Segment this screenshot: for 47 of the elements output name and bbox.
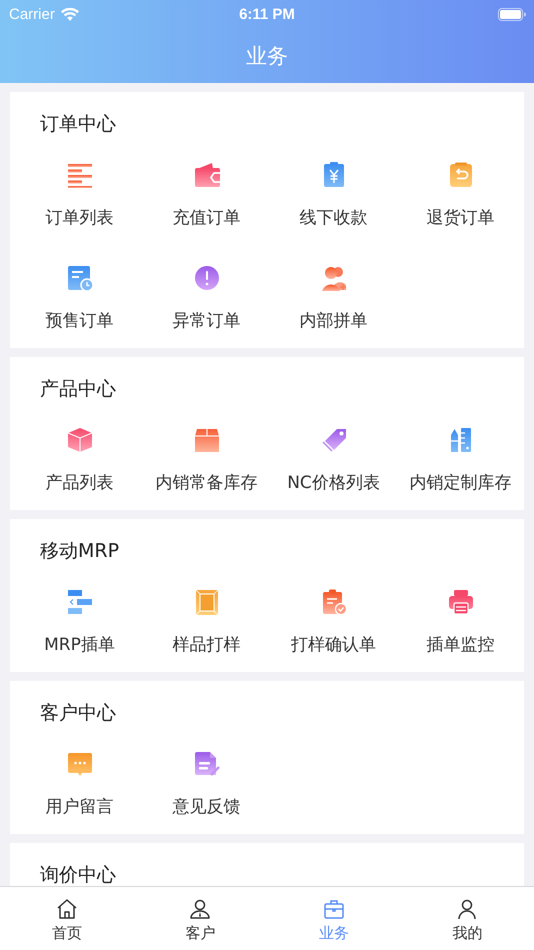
frame-icon[interactable] [194,589,220,615]
document-clock-icon[interactable] [66,265,92,291]
feature-link[interactable]: 样品打样 [172,633,240,657]
feature-link[interactable]: 打样确认单 [291,633,376,657]
section-title: 订单中心 [39,112,117,136]
add-users-icon[interactable] [320,265,346,291]
list-icon[interactable] [66,162,92,188]
tab-item[interactable]: 我的 [400,887,534,950]
feature-link[interactable]: 内销常备库存 [156,471,258,495]
feature-link[interactable]: 线下收款 [300,206,368,230]
feature-link[interactable]: 预售订单 [46,309,114,333]
exclamation-icon[interactable] [194,265,220,291]
chat-bubble-icon[interactable] [66,751,92,777]
price-tag-icon[interactable] [320,427,346,453]
feature-link[interactable]: 内部拼单 [300,309,368,333]
feature-link[interactable]: 插单监控 [426,633,494,657]
section-title: 客户中心 [39,701,117,725]
feature-link[interactable]: NC价格列表 [287,471,380,495]
feature-link[interactable]: 意见反馈 [172,795,240,819]
person-with-tie-icon [188,897,212,921]
status-time: 6:11 PM [239,6,295,22]
battery-icon [498,8,526,20]
feature-link[interactable]: 用户留言 [46,795,114,819]
edit-document-icon[interactable] [194,751,220,777]
feature-link[interactable]: 充值订单 [172,206,240,230]
carrier-name: Carrier [9,6,55,22]
return-clipboard-icon[interactable] [448,162,474,188]
section-title: 移动MRP [39,539,120,563]
section-title: 询价中心 [39,863,117,886]
tab-item[interactable]: 客户 [134,887,267,950]
gantt-icon[interactable] [66,589,92,615]
feature-link[interactable]: 退货订单 [426,206,494,230]
home-icon [54,897,79,921]
feature-link[interactable]: MRP插单 [44,633,115,657]
feature-link[interactable]: 异常订单 [172,309,240,333]
wifi-icon [60,8,79,20]
feature-link[interactable]: 订单列表 [46,206,114,230]
wallet-icon[interactable] [194,162,220,188]
page-title: 业务 [246,42,288,70]
tab-item[interactable]: 首页 [0,887,134,950]
feature-link[interactable]: 内销定制库存 [410,471,512,495]
cube-icon[interactable] [66,427,92,453]
box-icon[interactable] [194,427,220,453]
clipboard-check-icon[interactable] [320,589,346,615]
feature-link[interactable]: 产品列表 [46,471,114,495]
printer-icon[interactable] [448,589,474,615]
section-title: 产品中心 [39,377,117,401]
